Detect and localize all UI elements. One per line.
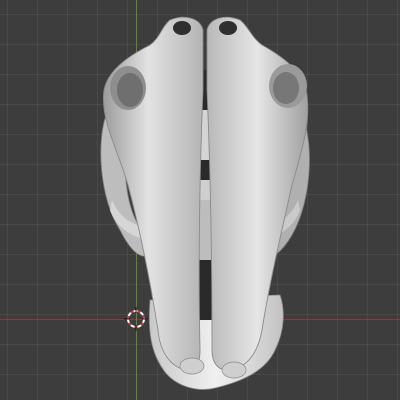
skull-model[interactable] [0, 0, 400, 400]
3d-cursor-icon[interactable] [124, 307, 148, 331]
3d-viewport[interactable] [0, 0, 400, 400]
